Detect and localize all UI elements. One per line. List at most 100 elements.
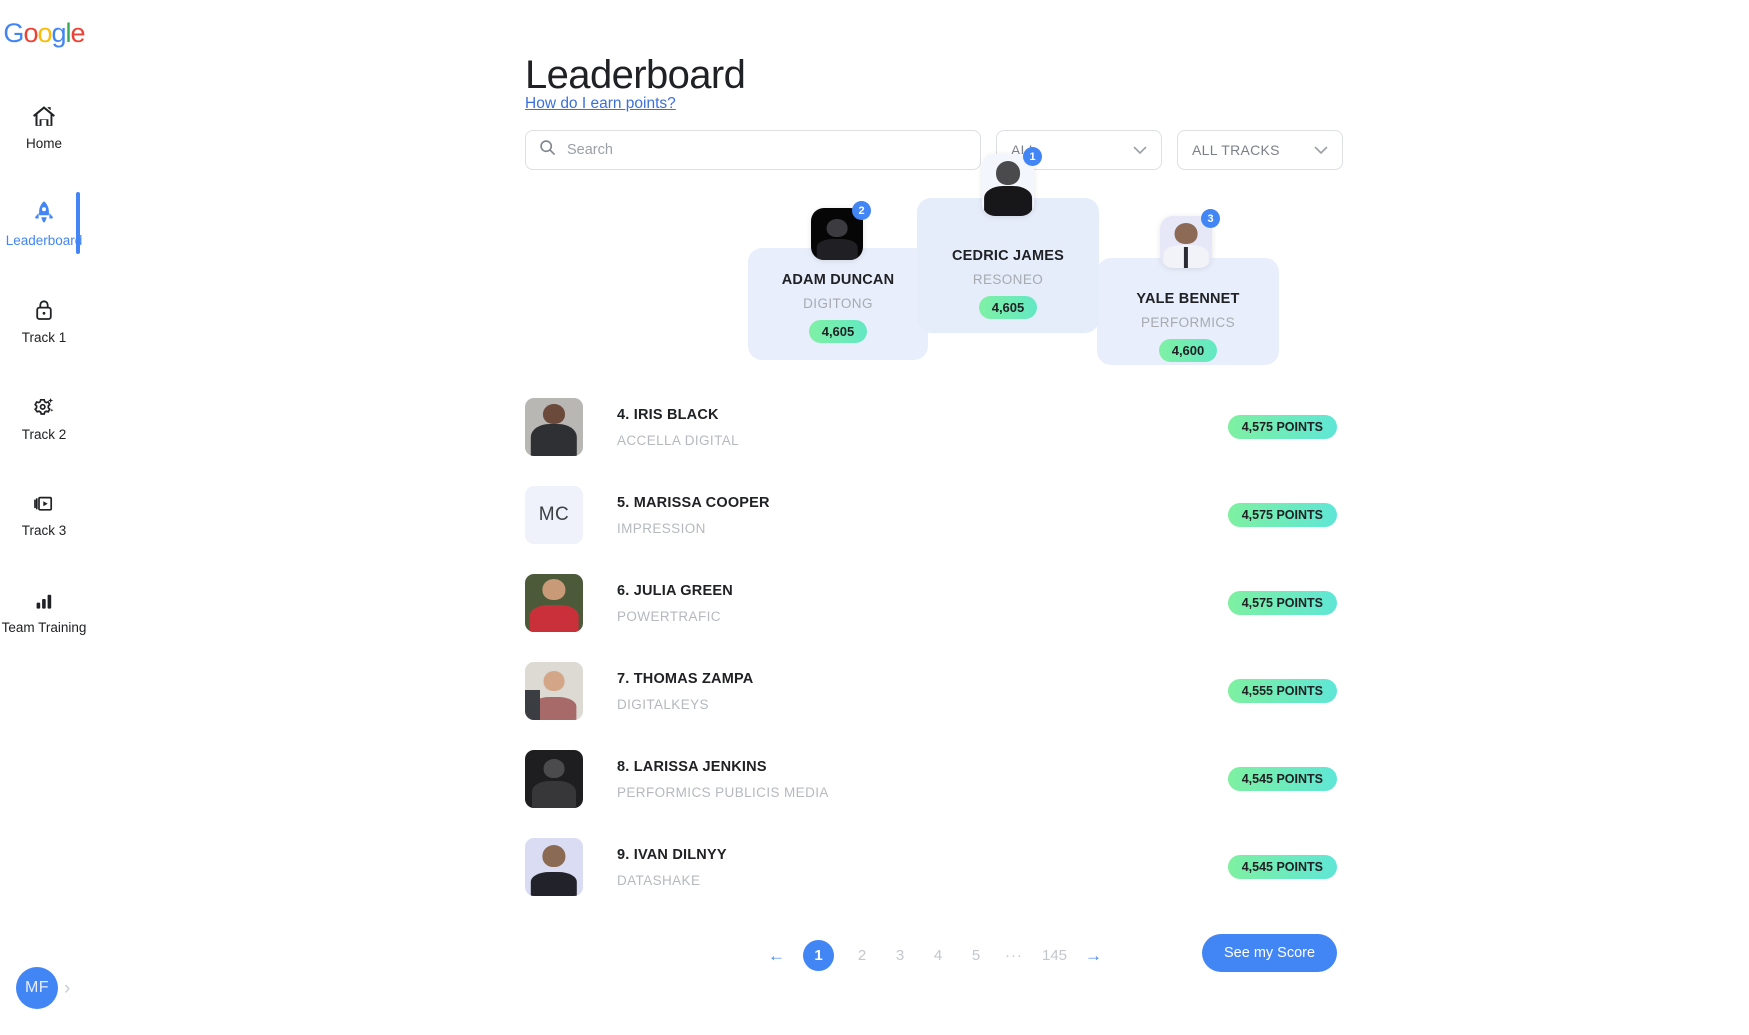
points-badge: 4,555 POINTS (1227, 679, 1337, 703)
pagination-page-1[interactable]: 1 (803, 940, 834, 971)
sidebar: Google Home Leaderboard Track 1 Track 2 … (0, 0, 88, 1035)
track-select-value: ALL TRACKS (1192, 142, 1280, 158)
pagination: ← 1 2 3 4 5 ··· 145 → (768, 940, 1102, 971)
logo-letter-e: e (70, 18, 86, 48)
row-name: 6. JULIA GREEN (617, 582, 733, 599)
row-name: 4. IRIS BLACK (617, 406, 719, 423)
logo-letter-o1: o (23, 18, 38, 48)
podium-company: PERFORMICS (1140, 315, 1235, 330)
points-badge: 4,575 POINTS (1227, 415, 1337, 439)
sidebar-nav: Home Leaderboard Track 1 Track 2 Track 3… (0, 91, 88, 672)
row-text: 5. MARISSA COOPER IMPRESSION (617, 495, 770, 536)
avatar (525, 838, 583, 896)
avatar: MC (525, 486, 583, 544)
leaderboard-page: Google Home Leaderboard Track 1 Track 2 … (0, 0, 1749, 1035)
row-text: 4. IRIS BLACK ACCELLA DIGITAL (617, 407, 739, 448)
avatar (525, 398, 583, 456)
video-icon (31, 488, 57, 518)
points-badge: 4,545 POINTS (1227, 855, 1337, 879)
logo-letter-g2: g (51, 18, 67, 48)
row-text: 6. JULIA GREEN POWERTRAFIC (617, 583, 733, 624)
sidebar-item-home[interactable]: Home (0, 91, 88, 162)
track-select[interactable]: ALL TRACKS (1177, 130, 1343, 170)
see-my-score-button[interactable]: See my Score (1202, 934, 1338, 972)
avatar (525, 574, 583, 632)
page-title: Leaderboard (525, 52, 746, 97)
sidebar-item-label-track-1: Track 1 (21, 329, 67, 345)
logo-letter-g1: G (3, 18, 24, 48)
podium-avatar-wrap-third: 3 (1160, 209, 1220, 268)
row-text: 9. IVAN DILNYY DATASHAKE (617, 847, 727, 888)
podium-name: CEDRIC JAMES (952, 248, 1064, 264)
sidebar-item-label-track-3: Track 3 (21, 523, 67, 539)
podium-card-second[interactable]: 2 ADAM DUNCAN DIGITONG 4,605 (748, 201, 928, 360)
pagination-page-5[interactable]: 5 (966, 947, 986, 964)
logo-letter-o2: o (37, 18, 52, 48)
row-company: DATASHAKE (617, 872, 701, 888)
row-name: 8. LARISSA JENKINS (617, 758, 767, 775)
row-company: PERFORMICS PUBLICIS MEDIA (617, 784, 829, 800)
user-account-chip[interactable]: MF › (16, 967, 70, 1009)
sidebar-item-label-team-training: Team Training (1, 620, 87, 636)
how-to-earn-points-link[interactable]: How do I earn points? (525, 95, 676, 113)
active-indicator (76, 191, 80, 254)
sidebar-item-label-track-2: Track 2 (21, 426, 67, 442)
search-input[interactable] (565, 141, 967, 159)
bar-chart-icon (31, 585, 57, 615)
sidebar-item-team-training[interactable]: Team Training (0, 575, 88, 646)
row-name: 7. THOMAS ZAMPA (617, 670, 754, 687)
avatar (525, 750, 583, 808)
search-icon (539, 139, 556, 161)
podium-name: YALE BENNET (1136, 291, 1240, 307)
table-row[interactable]: 9. IVAN DILNYY DATASHAKE 4,545 POINTS (525, 836, 1337, 898)
row-company: ACCELLA DIGITAL (617, 432, 740, 448)
podium-name: ADAM DUNCAN (781, 272, 895, 288)
table-row[interactable]: MC 5. MARISSA COOPER IMPRESSION 4,575 PO… (525, 484, 1337, 546)
row-company: DIGITALKEYS (617, 696, 709, 712)
table-row[interactable]: 8. LARISSA JENKINS PERFORMICS PUBLICIS M… (525, 748, 1337, 810)
podium-card-first[interactable]: 1 CEDRIC JAMES RESONEO 4,605 (917, 147, 1099, 333)
table-row[interactable]: 6. JULIA GREEN POWERTRAFIC 4,575 POINTS (525, 572, 1337, 634)
sidebar-item-track-3[interactable]: Track 3 (0, 478, 88, 549)
row-text: 8. LARISSA JENKINS PERFORMICS PUBLICIS M… (617, 759, 829, 800)
chevron-down-icon (1133, 142, 1147, 158)
sidebar-item-leaderboard[interactable]: Leaderboard (0, 188, 88, 259)
podium-company: RESONEO (972, 272, 1044, 287)
pagination-prev[interactable]: ← (768, 947, 785, 964)
rank-badge: 1 (1023, 147, 1042, 166)
pagination-page-4[interactable]: 4 (928, 947, 948, 964)
chevron-right-icon: › (64, 977, 71, 999)
row-company: POWERTRAFIC (617, 608, 721, 624)
podium-score-badge: 4,600 (1158, 339, 1218, 362)
avatar (525, 662, 583, 720)
main-content: Leaderboard How do I earn points? ALL (88, 0, 1749, 1035)
pagination-page-2[interactable]: 2 (852, 947, 872, 964)
podium-score-badge: 4,605 (808, 320, 868, 343)
lock-icon (32, 295, 56, 325)
sidebar-item-label-home: Home (25, 136, 62, 151)
sidebar-item-track-2[interactable]: Track 2 (0, 382, 88, 453)
search-field[interactable] (525, 130, 981, 170)
rank-badge: 3 (1201, 209, 1220, 228)
points-badge: 4,575 POINTS (1227, 503, 1337, 527)
table-row[interactable]: 7. THOMAS ZAMPA DIGITALKEYS 4,555 POINTS (525, 660, 1337, 722)
podium: 2 ADAM DUNCAN DIGITONG 4,605 1 CEDRIC JA… (748, 147, 1288, 388)
podium-card-third[interactable]: 3 YALE BENNET PERFORMICS 4,600 (1097, 209, 1279, 365)
points-badge: 4,545 POINTS (1227, 767, 1337, 791)
filters-bar: ALL ALL TRACKS (525, 130, 1343, 170)
avatar: MF (16, 967, 58, 1009)
home-icon (31, 101, 57, 131)
podium-score-badge: 4,605 (978, 296, 1038, 319)
points-badge: 4,575 POINTS (1227, 591, 1337, 615)
sidebar-item-track-1[interactable]: Track 1 (0, 285, 88, 356)
sidebar-item-label-leaderboard: Leaderboard (5, 232, 83, 248)
table-row[interactable]: 4. IRIS BLACK ACCELLA DIGITAL 4,575 POIN… (525, 396, 1337, 458)
pagination-ellipsis: ··· (1005, 947, 1023, 964)
pagination-page-last[interactable]: 145 (1042, 947, 1067, 964)
pagination-next[interactable]: → (1085, 947, 1102, 964)
pagination-page-3[interactable]: 3 (890, 947, 910, 964)
leaderboard-list: 4. IRIS BLACK ACCELLA DIGITAL 4,575 POIN… (525, 396, 1337, 924)
podium-avatar-wrap-first: 1 (982, 147, 1042, 216)
row-company: IMPRESSION (617, 520, 706, 536)
google-logo[interactable]: Google (3, 18, 86, 49)
